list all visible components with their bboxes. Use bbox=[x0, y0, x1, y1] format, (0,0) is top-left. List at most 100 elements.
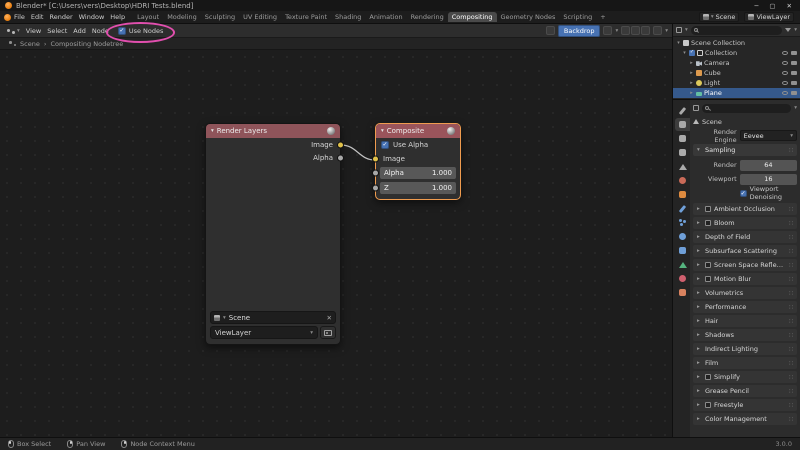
hide-viewport-icon[interactable] bbox=[782, 71, 788, 75]
hide-viewport-icon[interactable] bbox=[782, 91, 788, 95]
disable-render-icon[interactable] bbox=[791, 81, 797, 85]
close-button[interactable]: ✕ bbox=[787, 2, 792, 10]
render-layer-button[interactable] bbox=[320, 326, 336, 339]
section-bloom[interactable]: ▸ Bloom ∷ bbox=[693, 217, 797, 229]
texture-properties-tab[interactable] bbox=[675, 286, 690, 299]
workspace-tab-uv-editing[interactable]: UV Editing bbox=[239, 12, 281, 22]
expand-icon[interactable]: ▾ bbox=[676, 40, 681, 46]
expand-icon[interactable]: ▸ bbox=[689, 90, 694, 96]
material-properties-tab[interactable] bbox=[675, 272, 690, 285]
section-color-management[interactable]: ▸ Color Management ∷ bbox=[693, 413, 797, 425]
workspace-tab-layout[interactable]: Layout bbox=[133, 12, 163, 22]
view-layer-dropdown[interactable]: ViewLayer ▾ bbox=[210, 326, 318, 339]
unlink-scene-button[interactable]: ✕ bbox=[327, 314, 332, 322]
section-shadows[interactable]: ▸ Shadows ∷ bbox=[693, 329, 797, 341]
maximize-button[interactable]: ▢ bbox=[769, 2, 775, 10]
light-row[interactable]: ▸ Light bbox=[673, 78, 800, 88]
viewport-samples-field[interactable]: 16 bbox=[739, 173, 797, 185]
physics-properties-tab[interactable] bbox=[675, 230, 690, 243]
hide-viewport-icon[interactable] bbox=[782, 51, 788, 55]
composite-node[interactable]: ▾ Composite ✓ Use Alpha Image Alpha 1.00… bbox=[372, 123, 461, 200]
plane-row[interactable]: ▸ Plane bbox=[673, 88, 800, 98]
image-output-socket[interactable] bbox=[337, 141, 344, 148]
world-properties-tab[interactable] bbox=[675, 174, 690, 187]
motion-blur-checkbox[interactable] bbox=[705, 276, 711, 282]
composite-header[interactable]: ▾ Composite bbox=[376, 124, 460, 138]
cube-row[interactable]: ▸ Cube bbox=[673, 68, 800, 78]
viewport-denoising-row[interactable]: ✓ Viewport Denoising bbox=[693, 185, 797, 201]
section-volumetrics[interactable]: ▸ Volumetrics ∷ bbox=[693, 287, 797, 299]
menu-render[interactable]: Render bbox=[46, 13, 75, 21]
section-film[interactable]: ▸ Film ∷ bbox=[693, 357, 797, 369]
object-properties-tab[interactable] bbox=[675, 188, 690, 201]
hide-viewport-icon[interactable] bbox=[782, 61, 788, 65]
disable-render-icon[interactable] bbox=[791, 91, 797, 95]
workspace-tab-rendering[interactable]: Rendering bbox=[407, 12, 448, 22]
render-samples-field[interactable]: 64 bbox=[739, 159, 797, 171]
use-alpha-checkbox[interactable]: ✓ bbox=[381, 141, 389, 149]
node-canvas[interactable]: ▾ Render Layers Image Alpha ▾ Scene ✕ Vi… bbox=[0, 50, 672, 437]
disable-render-icon[interactable] bbox=[791, 61, 797, 65]
use-alpha-row[interactable]: ✓ Use Alpha bbox=[376, 138, 460, 152]
ssr-checkbox[interactable] bbox=[705, 262, 711, 268]
render-layers-header[interactable]: ▾ Render Layers bbox=[206, 124, 340, 138]
alpha-input-socket[interactable] bbox=[372, 169, 379, 176]
camera-row[interactable]: ▸ Camera bbox=[673, 58, 800, 68]
properties-editor-icon[interactable] bbox=[693, 105, 699, 111]
overlays-icon[interactable] bbox=[631, 26, 641, 35]
section-subsurface-scattering[interactable]: ▸ Subsurface Scattering ∷ bbox=[693, 245, 797, 257]
workspace-tab-texture-paint[interactable]: Texture Paint bbox=[281, 12, 331, 22]
scene-selector[interactable]: ▾ Scene bbox=[698, 12, 740, 22]
workspace-tab-compositing[interactable]: Compositing bbox=[447, 12, 497, 22]
hide-viewport-icon[interactable] bbox=[782, 81, 788, 85]
workspace-tab-scripting[interactable]: Scripting bbox=[559, 12, 596, 22]
scene-collection-row[interactable]: ▾ Scene Collection bbox=[673, 38, 800, 48]
use-nodes-checkbox[interactable]: ✓ bbox=[117, 26, 126, 35]
menu-view[interactable]: View bbox=[23, 27, 44, 35]
disable-render-icon[interactable] bbox=[791, 51, 797, 55]
section-motion-blur[interactable]: ▸ Motion Blur ∷ bbox=[693, 273, 797, 285]
section-freestyle[interactable]: ▸ Freestyle ∷ bbox=[693, 399, 797, 411]
section-grease-pencil[interactable]: ▸ Grease Pencil ∷ bbox=[693, 385, 797, 397]
sampling-panel-header[interactable]: ▾ Sampling ∷ bbox=[693, 144, 797, 156]
options-icon[interactable] bbox=[641, 26, 651, 35]
section-depth-of-field[interactable]: ▸ Depth of Field ∷ bbox=[693, 231, 797, 243]
bloom-checkbox[interactable] bbox=[705, 220, 711, 226]
freestyle-checkbox[interactable] bbox=[705, 402, 711, 408]
render-region-icon[interactable] bbox=[621, 26, 631, 35]
z-value-slider[interactable]: Z 1.000 bbox=[380, 181, 456, 194]
collection-checkbox[interactable]: ✓ bbox=[689, 50, 695, 56]
section-simplify[interactable]: ▸ Simplify ∷ bbox=[693, 371, 797, 383]
ambient-occlusion-checkbox[interactable] bbox=[705, 206, 711, 212]
snap-target-dropdown[interactable]: ▾ bbox=[615, 28, 618, 34]
tool-properties-tab[interactable] bbox=[675, 104, 690, 117]
outliner-editor-icon[interactable] bbox=[676, 27, 682, 33]
blender-menu-icon[interactable] bbox=[4, 13, 11, 21]
collection-row[interactable]: ▾ ✓ Collection bbox=[673, 48, 800, 58]
expand-icon[interactable]: ▸ bbox=[689, 80, 694, 86]
output-properties-tab[interactable] bbox=[675, 132, 690, 145]
workspace-tab-modeling[interactable]: Modeling bbox=[163, 12, 201, 22]
gizmo-icon[interactable] bbox=[545, 26, 555, 35]
scene-id-selector[interactable]: ▾ Scene ✕ bbox=[210, 311, 336, 324]
disable-render-icon[interactable] bbox=[791, 71, 797, 75]
properties-search-input[interactable] bbox=[702, 103, 792, 113]
menu-edit[interactable]: Edit bbox=[28, 13, 47, 21]
render-engine-dropdown[interactable]: Eevee ▾ bbox=[739, 130, 797, 141]
view-layer-properties-tab[interactable] bbox=[675, 146, 690, 159]
menu-help[interactable]: Help bbox=[107, 13, 128, 21]
section-hair[interactable]: ▸ Hair ∷ bbox=[693, 315, 797, 327]
object-data-properties-tab[interactable] bbox=[675, 258, 690, 271]
menu-select[interactable]: Select bbox=[44, 27, 70, 35]
collapse-icon[interactable]: ▾ bbox=[211, 128, 214, 134]
filter-icon[interactable] bbox=[785, 28, 792, 32]
simplify-checkbox[interactable] bbox=[705, 374, 711, 380]
editor-type-button[interactable]: ▾ bbox=[4, 28, 23, 34]
view-layer-selector[interactable]: ViewLayer bbox=[744, 12, 794, 22]
constraint-properties-tab[interactable] bbox=[675, 244, 690, 257]
particle-properties-tab[interactable] bbox=[675, 216, 690, 229]
menu-node[interactable]: Node bbox=[89, 27, 112, 35]
menu-window[interactable]: Window bbox=[76, 13, 108, 21]
workspace-tab-shading[interactable]: Shading bbox=[331, 12, 365, 22]
expand-icon[interactable]: ▾ bbox=[682, 50, 687, 56]
